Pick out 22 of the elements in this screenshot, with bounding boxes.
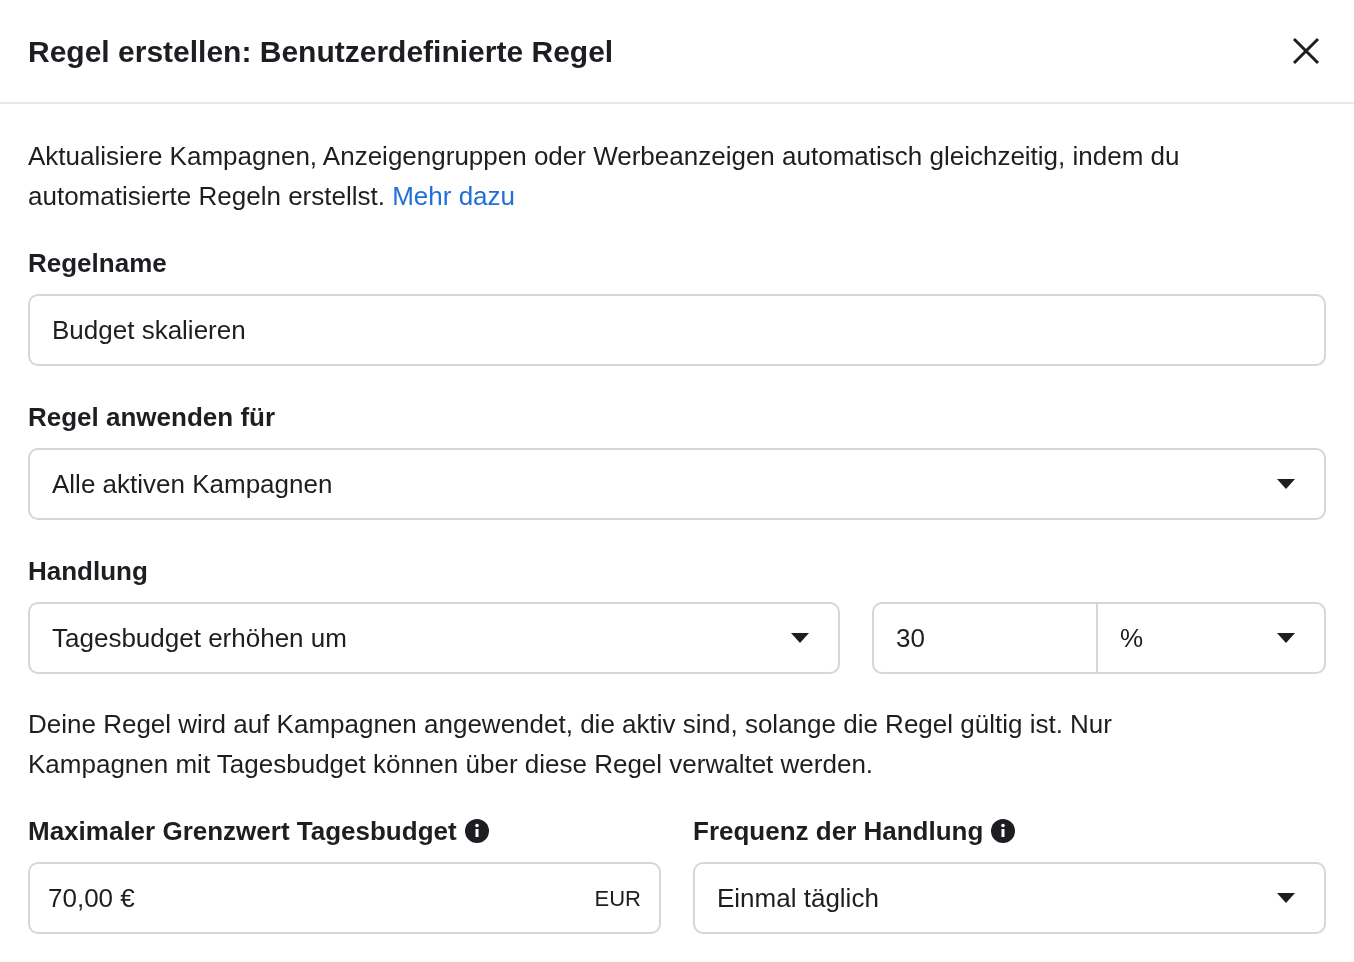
- caret-icon: [1276, 478, 1296, 490]
- note-text: Deine Regel wird auf Kampagnen angewendet, die aktiv sind, solange die Regel gültig ist. Nur Kampagnen mit Tagesbudget können über diese Regel verwaltet werden.: [28, 708, 1113, 781]
- caret-icon: [1276, 892, 1296, 904]
- field-label: Frequenz der Handlung: [693, 815, 984, 848]
- apply-to-dropdown[interactable]: Alle aktiven Kampagnen: [28, 448, 1326, 520]
- info-icon: [991, 819, 1016, 843]
- caret-icon: [790, 632, 810, 644]
- action-dropdown[interactable]: Tagesbudget erhöhen um: [28, 602, 840, 674]
- field-label: Regel anwenden für: [28, 401, 276, 434]
- info-icon: [464, 819, 489, 843]
- dialog-title: Regel erstellen: Benutzerdefinierte Regel: [28, 33, 614, 70]
- field-label: Handlung: [28, 555, 148, 588]
- caret-icon: [1276, 632, 1296, 644]
- frequency-dropdown[interactable]: Einmal täglich: [693, 862, 1326, 934]
- max-budget-field[interactable]: 70,00 € EUR: [28, 862, 661, 934]
- intro-text: Aktualisiere Kampagnen, Anzeigengruppen oder Werbeanzeigen automatisch gleichzeitig, indem du automatisierte Regeln erstellst. Mehr dazu: [28, 140, 1181, 213]
- learn-more-link[interactable]: Mehr dazu: [392, 181, 516, 211]
- field-label: Regelname: [28, 247, 167, 280]
- field-label: Maximaler Grenzwert Tagesbudget: [28, 815, 457, 848]
- rule-name-field[interactable]: Budget skalieren: [28, 294, 1326, 366]
- unit-dropdown[interactable]: %: [1098, 604, 1324, 672]
- amount-field[interactable]: 30: [874, 604, 1098, 672]
